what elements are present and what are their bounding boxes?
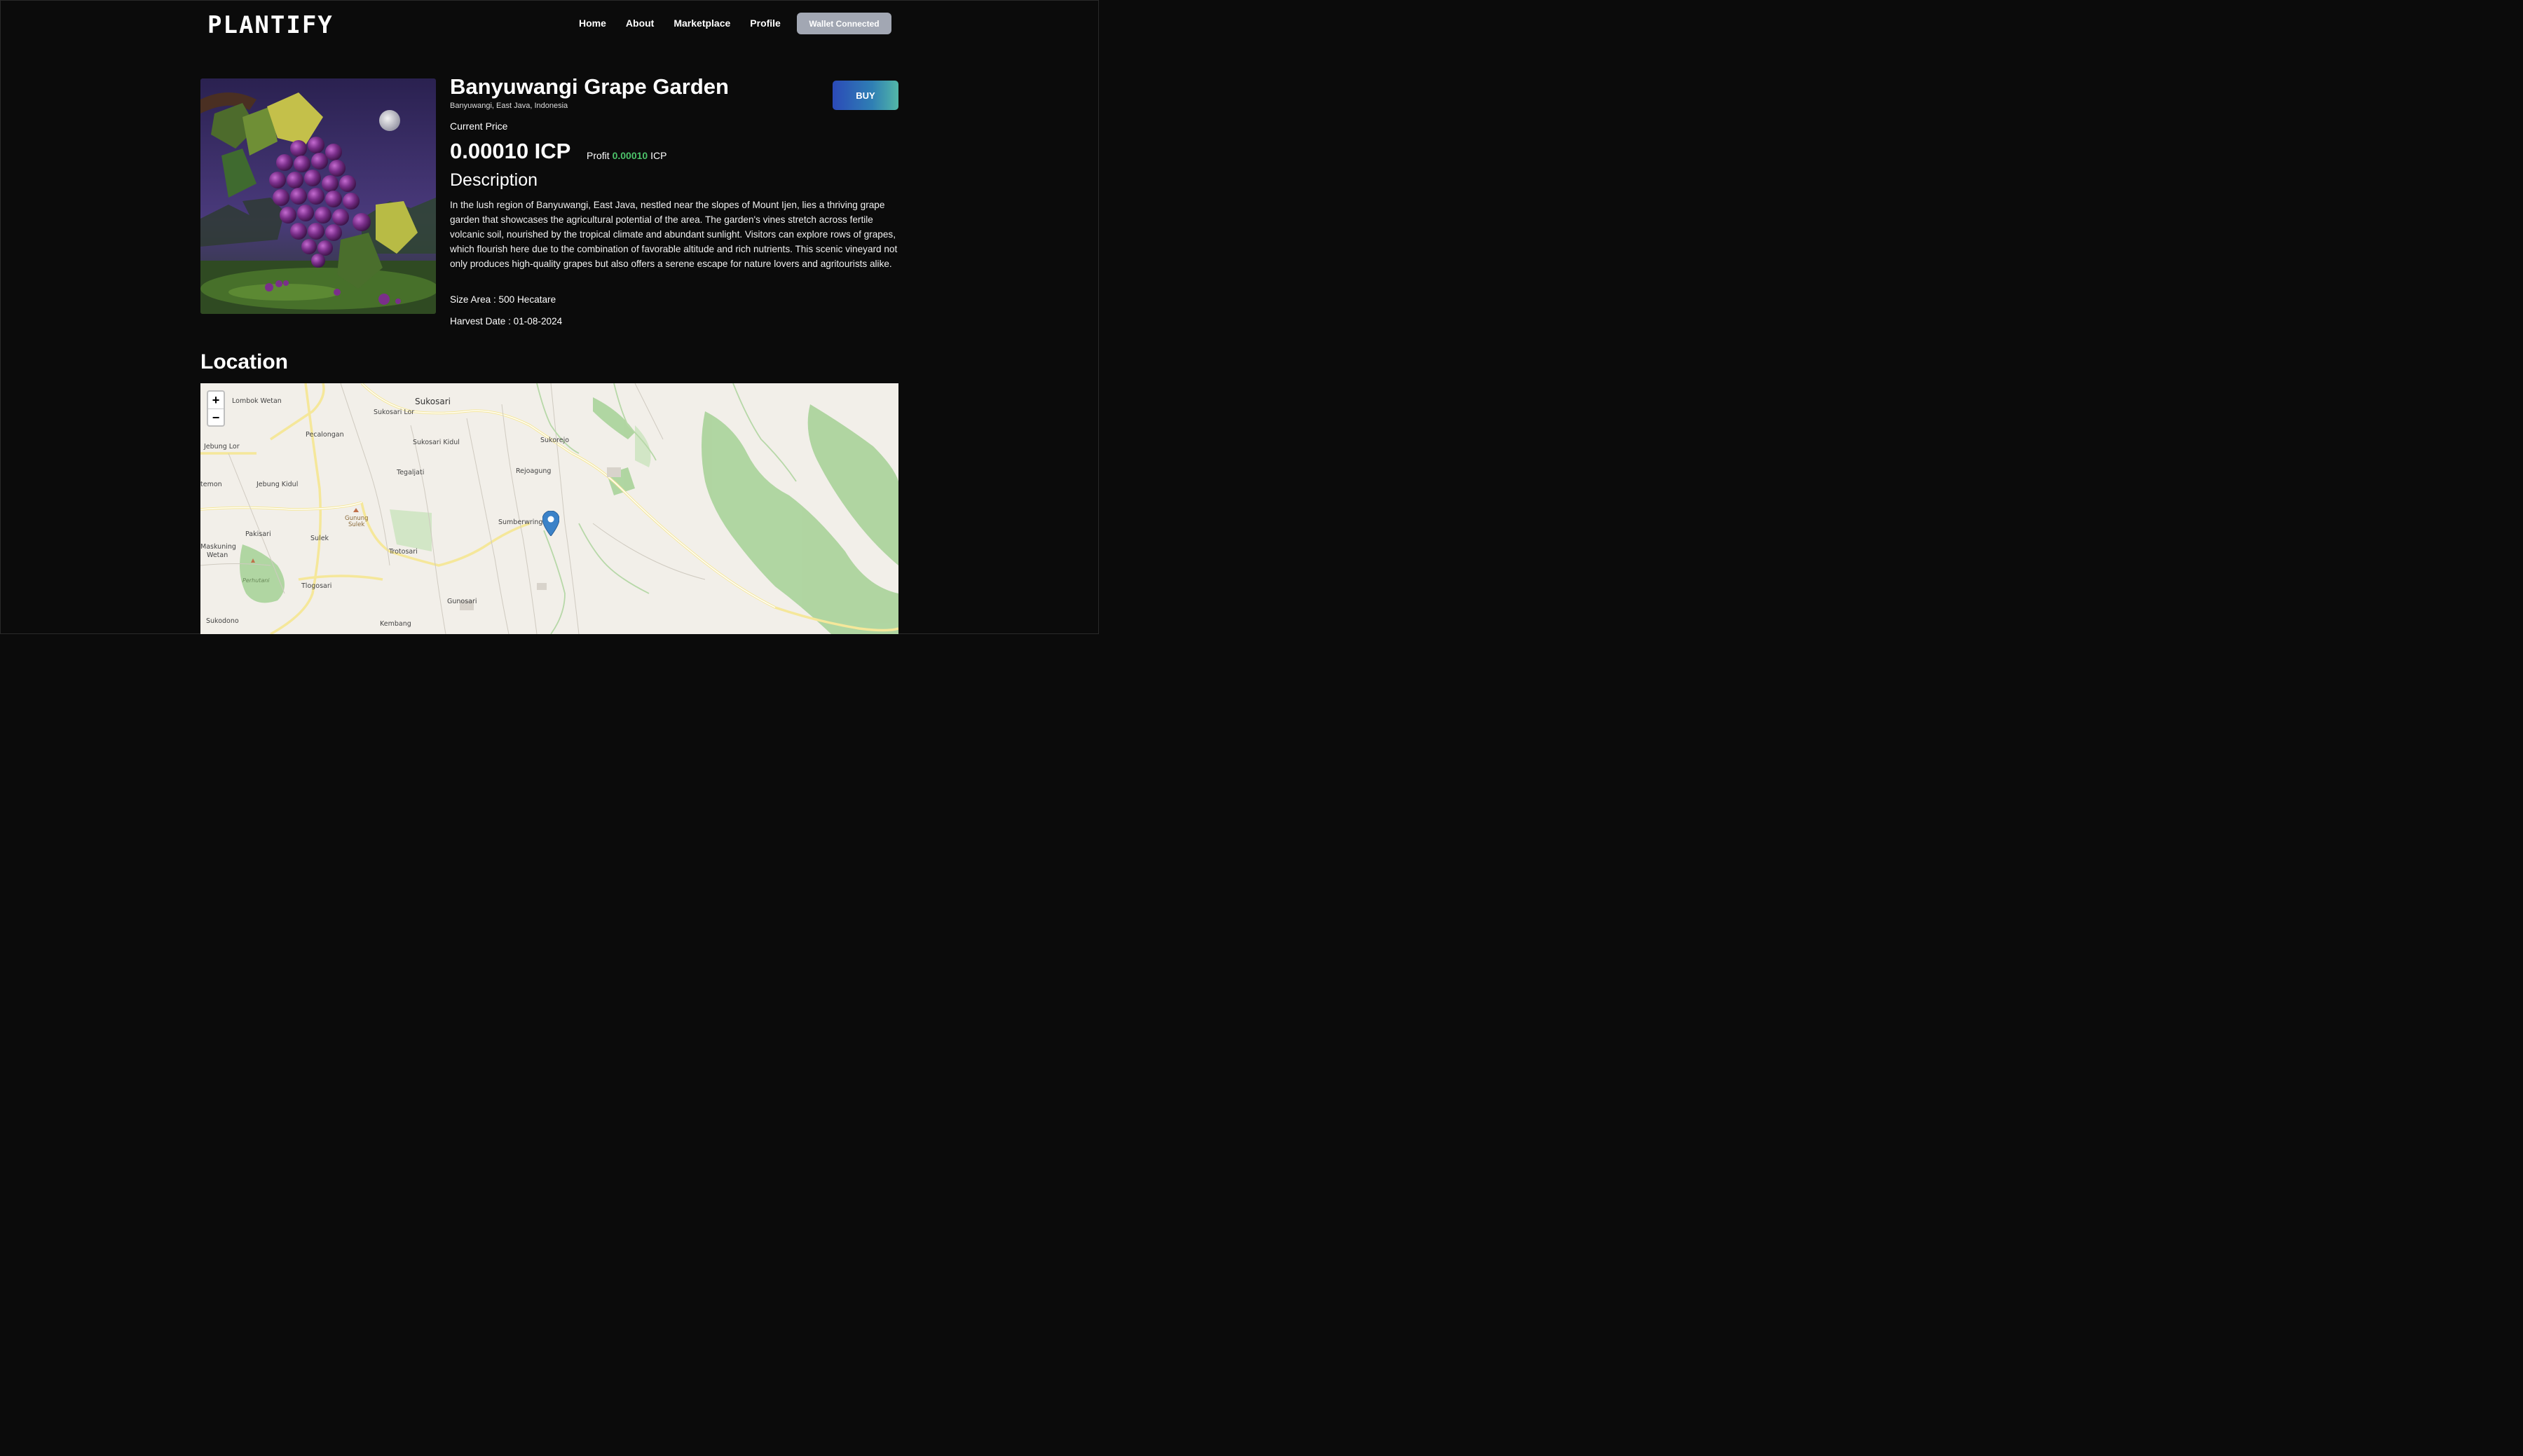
map-label: Tlogosari <box>301 582 331 590</box>
map-label: Wetan <box>207 551 228 559</box>
product-title: Banyuwangi Grape Garden <box>450 74 729 99</box>
map-label: Trotosari <box>388 548 418 556</box>
map-tiles: Lombok Wetan Sukosari Sukosari Lor Pecal… <box>200 383 898 634</box>
harvest-date: Harvest Date : 01-08-2024 <box>450 316 563 327</box>
map-label: Jebung Kidul <box>256 481 298 488</box>
map-label: temon <box>200 481 222 488</box>
map-label: Sulek <box>310 535 329 542</box>
buy-button[interactable]: BUY <box>833 81 898 110</box>
nav-about[interactable]: About <box>626 18 654 29</box>
map-label: Rejoagung <box>516 467 551 475</box>
map-label: Pecalongan <box>306 431 344 439</box>
profit-label: Profit <box>587 150 610 161</box>
map-label: Gunosari <box>447 598 477 605</box>
size-area: Size Area : 500 Hecatare <box>450 294 556 305</box>
map-label: Sulek <box>348 521 364 528</box>
nav-marketplace[interactable]: Marketplace <box>674 18 730 29</box>
location-heading: Location <box>200 350 288 373</box>
map-label: Sukodono <box>206 617 239 625</box>
map-label: Sukosari Lor <box>374 408 414 416</box>
location-map[interactable]: Lombok Wetan Sukosari Sukosari Lor Pecal… <box>200 383 898 634</box>
nav-home[interactable]: Home <box>579 18 606 29</box>
map-label: Kembang <box>380 620 411 628</box>
map-label: Lombok Wetan <box>232 397 282 405</box>
map-label: Sukosari <box>415 397 451 406</box>
product-image <box>200 78 436 314</box>
current-price-label: Current Price <box>450 121 508 132</box>
map-label: Sukorejo <box>540 437 569 444</box>
grape-illustration <box>200 78 436 314</box>
profit-value: 0.00010 <box>612 150 648 161</box>
product-location: Banyuwangi, East Java, Indonesia <box>450 102 568 110</box>
map-label: Pakisari <box>245 530 271 538</box>
map-label: Tegaljati <box>396 469 424 476</box>
main-nav: Home About Marketplace Profile <box>579 18 781 29</box>
nav-profile[interactable]: Profile <box>750 18 781 29</box>
profit-unit: ICP <box>650 150 667 161</box>
description-heading: Description <box>450 170 538 190</box>
map-label: Maskuning <box>200 543 236 551</box>
map-label: Perhutani <box>242 577 270 584</box>
profit-info: Profit 0.00010 ICP <box>587 150 666 161</box>
map-label: Jebung Lor <box>203 443 240 451</box>
description-text: In the lush region of Banyuwangi, East J… <box>450 200 898 269</box>
wallet-connected-button[interactable]: Wallet Connected <box>797 13 891 34</box>
zoom-out-button[interactable]: − <box>208 409 224 426</box>
map-zoom-control: + − <box>207 390 225 427</box>
map-label: Sukosari Kidul <box>413 439 460 446</box>
map-label: Sumberwringin <box>498 518 549 526</box>
zoom-in-button[interactable]: + <box>208 392 224 409</box>
app-logo[interactable]: PLANTIFY <box>207 11 334 39</box>
current-price: 0.00010 ICP <box>450 139 571 163</box>
